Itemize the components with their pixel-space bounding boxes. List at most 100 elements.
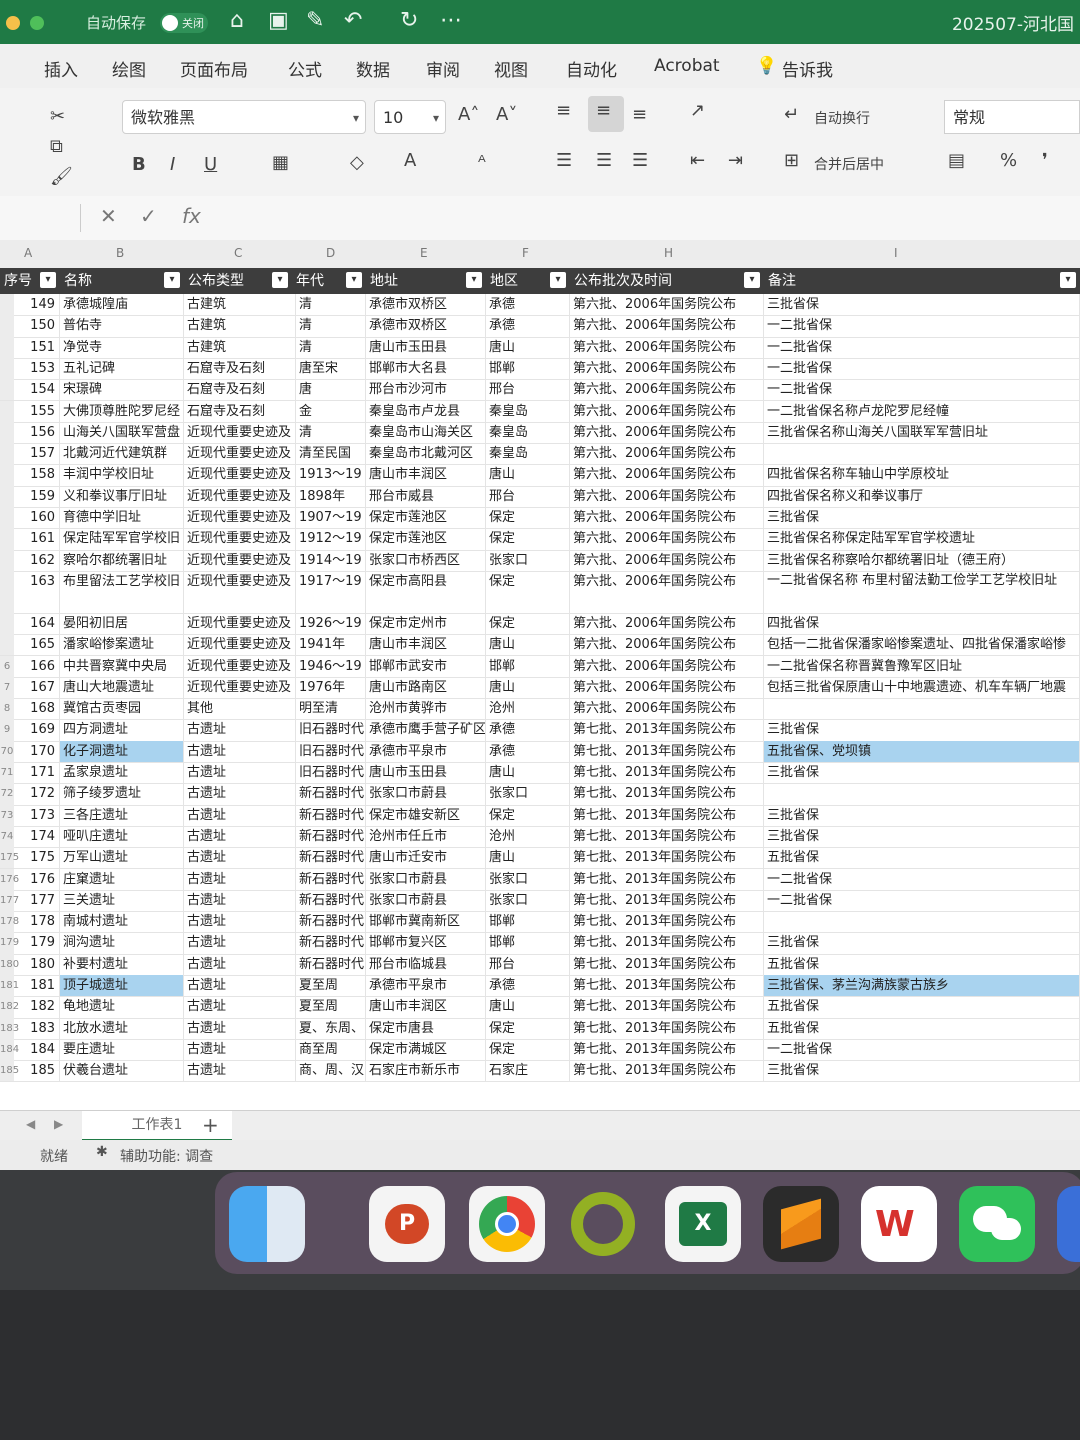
table-cell[interactable]: 普佑寺 xyxy=(60,315,184,337)
spreadsheet-grid[interactable]: A B C D E F H I 序号 ▾ 名称 ▾ 公布类型 ▾ 年代 ▾ 地址 ▾ 地区 ▾ 公布批次… xyxy=(0,240,1080,1110)
table-cell[interactable]: 180 xyxy=(14,953,60,975)
table-cell[interactable]: 新石器时代 xyxy=(296,868,366,890)
table-cell[interactable]: 三批省保 xyxy=(764,294,1080,316)
table-cell[interactable]: 山海关八国联军营盘 xyxy=(60,421,184,444)
table-cell[interactable]: 张家口 xyxy=(486,889,570,912)
row-number[interactable] xyxy=(0,549,14,571)
table-cell[interactable]: 唐山 xyxy=(486,676,570,699)
filter-dropdown-icon[interactable]: ▾ xyxy=(466,272,482,288)
filter-dropdown-icon[interactable]: ▾ xyxy=(550,272,566,288)
name-box[interactable] xyxy=(0,204,81,232)
table-cell[interactable]: 明至清 xyxy=(296,698,366,720)
table-cell[interactable]: 保定市高阳县 xyxy=(366,570,486,613)
table-cell[interactable]: 第七批、2013年国务院公布 xyxy=(570,825,764,848)
table-cell[interactable]: 唐山 xyxy=(486,762,570,784)
table-cell[interactable]: 183 xyxy=(14,1017,60,1039)
table-cell[interactable]: 162 xyxy=(14,549,60,571)
table-cell[interactable]: 张家口市蔚县 xyxy=(366,783,486,805)
menu-formulas[interactable]: 公式 xyxy=(288,56,322,81)
edit-icon[interactable]: ✎ xyxy=(306,8,324,33)
table-cell[interactable]: 181 xyxy=(14,975,60,997)
table-cell[interactable]: 三批省保名称察哈尔都统署旧址（德王府） xyxy=(764,549,1080,571)
wrap-text-button[interactable]: 自动换行 xyxy=(814,108,870,128)
table-cell[interactable]: 化子洞遗址 xyxy=(60,740,184,762)
autosave-toggle[interactable]: 关闭 xyxy=(160,13,208,33)
menu-automate[interactable]: 自动化 xyxy=(566,56,617,81)
table-cell[interactable]: 承德城隍庙 xyxy=(60,294,184,316)
table-cell[interactable]: 近现代重要史迹及 xyxy=(184,676,296,699)
more-icon[interactable]: ⋯ xyxy=(440,8,462,33)
table-cell[interactable]: 173 xyxy=(14,804,60,826)
table-cell[interactable]: 张家口市蔚县 xyxy=(366,889,486,912)
table-cell[interactable]: 古遗址 xyxy=(184,953,296,975)
table-cell[interactable]: 五批省保 xyxy=(764,847,1080,869)
table-cell[interactable]: 冀馆古贡枣园 xyxy=(60,698,184,720)
filter-dropdown-icon[interactable]: ▾ xyxy=(40,272,56,288)
table-cell[interactable]: 潘家峪惨案遗址 xyxy=(60,634,184,656)
table-cell[interactable]: 一二批省保 xyxy=(764,315,1080,337)
col-h[interactable]: H xyxy=(664,246,673,260)
table-cell[interactable]: 1907～19 xyxy=(296,507,366,529)
row-number[interactable] xyxy=(0,294,14,316)
table-cell[interactable]: 秦皇岛市山海关区 xyxy=(366,421,486,444)
table-cell[interactable]: 近现代重要史迹及 xyxy=(184,612,296,635)
table-cell[interactable]: 承德市平泉市 xyxy=(366,740,486,762)
table-cell[interactable]: 五批省保 xyxy=(764,1017,1080,1039)
table-cell[interactable]: 171 xyxy=(14,762,60,784)
table-cell[interactable]: 第七批、2013年国务院公布 xyxy=(570,911,764,933)
table-cell[interactable]: 166 xyxy=(14,655,60,677)
table-cell[interactable]: 邯郸 xyxy=(486,932,570,954)
table-cell[interactable]: 165 xyxy=(14,634,60,656)
table-cell[interactable]: 三关遗址 xyxy=(60,889,184,912)
prev-sheet-icon[interactable]: ◀ xyxy=(26,1117,35,1131)
table-cell[interactable]: 古遗址 xyxy=(184,1060,296,1082)
align-left-icon[interactable]: ☰ xyxy=(556,150,572,171)
table-cell[interactable]: 176 xyxy=(14,868,60,890)
table-cell[interactable]: 伏羲台遗址 xyxy=(60,1060,184,1082)
table-cell[interactable]: 商、周、汉 xyxy=(296,1060,366,1082)
table-cell[interactable]: 唐山市路南区 xyxy=(366,676,486,699)
row-number[interactable]: 74 xyxy=(0,825,14,848)
table-cell[interactable]: 唐山市丰润区 xyxy=(366,996,486,1018)
table-cell[interactable]: 邯郸市武安市 xyxy=(366,655,486,677)
table-cell[interactable]: 第七批、2013年国务院公布 xyxy=(570,719,764,741)
table-cell[interactable]: 邢台市威县 xyxy=(366,485,486,507)
table-cell[interactable]: 三批省保名称山海关八国联军军营旧址 xyxy=(764,421,1080,444)
comma-icon[interactable]: ❜ xyxy=(1042,150,1048,171)
table-cell[interactable]: 170 xyxy=(14,740,60,762)
table-cell[interactable]: 秦皇岛 xyxy=(486,443,570,465)
format-painter-icon[interactable]: 🖌 xyxy=(50,166,73,187)
confirm-icon[interactable]: ✓ xyxy=(140,204,157,228)
table-cell[interactable]: 秦皇岛市卢龙县 xyxy=(366,400,486,422)
table-cell[interactable]: 一二批省保 xyxy=(764,889,1080,912)
table-cell[interactable]: 唐 xyxy=(296,379,366,401)
table-cell[interactable]: 近现代重要史迹及 xyxy=(184,507,296,529)
table-cell[interactable]: 古遗址 xyxy=(184,762,296,784)
table-cell[interactable]: 夏至周 xyxy=(296,996,366,1018)
table-cell[interactable]: 石家庄市新乐市 xyxy=(366,1060,486,1082)
cut-icon[interactable]: ✂ xyxy=(50,106,65,127)
table-cell[interactable]: 古遗址 xyxy=(184,932,296,954)
table-cell[interactable]: 晏阳初旧居 xyxy=(60,612,184,635)
table-cell[interactable]: 保定 xyxy=(486,804,570,826)
cancel-icon[interactable]: ✕ xyxy=(100,204,117,228)
table-cell[interactable]: 近现代重要史迹及 xyxy=(184,464,296,486)
row-number[interactable] xyxy=(0,336,14,358)
filter-dropdown-icon[interactable]: ▾ xyxy=(744,272,760,288)
table-cell[interactable]: 石家庄 xyxy=(486,1060,570,1082)
table-cell[interactable]: 唐山大地震遗址 xyxy=(60,676,184,699)
table-cell[interactable]: 石窟寺及石刻 xyxy=(184,357,296,380)
table-cell[interactable]: 近现代重要史迹及 xyxy=(184,528,296,550)
table-cell[interactable]: 三批省保 xyxy=(764,932,1080,954)
table-cell[interactable]: 第七批、2013年国务院公布 xyxy=(570,847,764,869)
table-cell[interactable]: 新石器时代 xyxy=(296,889,366,912)
table-cell[interactable]: 163 xyxy=(14,570,60,613)
table-cell[interactable]: 邢台 xyxy=(486,953,570,975)
italic-button[interactable]: I xyxy=(170,154,175,175)
table-cell[interactable]: 第六批、2006年国务院公布 xyxy=(570,612,764,635)
row-number[interactable] xyxy=(0,400,14,422)
chrome-icon[interactable] xyxy=(469,1186,545,1262)
row-number[interactable]: 8 xyxy=(0,698,14,720)
table-cell[interactable]: 五批省保 xyxy=(764,996,1080,1018)
table-cell[interactable]: 古遗址 xyxy=(184,889,296,912)
